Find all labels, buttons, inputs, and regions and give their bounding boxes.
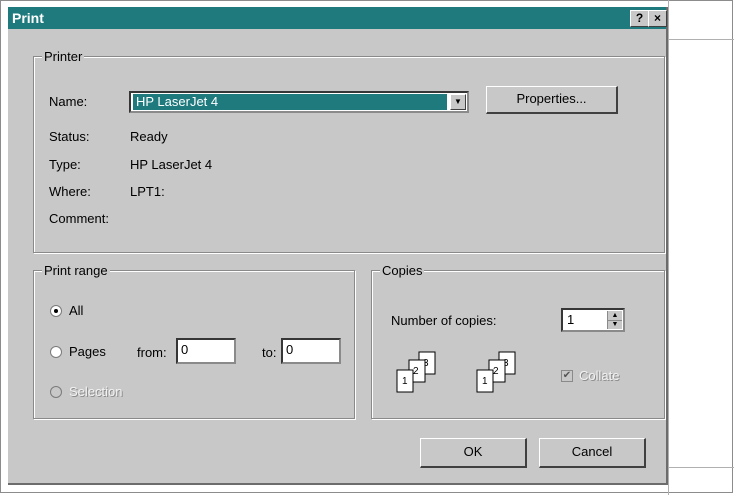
printer-group-label: Printer <box>42 49 85 64</box>
status-value: Ready <box>130 129 168 144</box>
cancel-button[interactable]: Cancel <box>539 438 646 468</box>
frame-rule <box>668 467 734 468</box>
copies-value: 1 <box>567 312 575 327</box>
collate-set-2: 3 2 1 <box>476 351 516 393</box>
type-value: HP LaserJet 4 <box>130 157 213 172</box>
from-label: from: <box>137 345 167 360</box>
type-label: Type: <box>49 157 81 172</box>
selection-radio[interactable] <box>50 386 62 398</box>
where-label: Where: <box>49 184 91 199</box>
page-digit: 1 <box>402 376 408 387</box>
where-value: LPT1: <box>130 184 165 199</box>
page-digit: 2 <box>493 366 499 377</box>
collate-checkbox[interactable]: ✔ <box>561 370 573 382</box>
all-radio[interactable] <box>50 305 62 317</box>
printer-name-select[interactable]: HP LaserJet 4 ▼ <box>129 91 469 113</box>
collate-set-1: 3 2 1 <box>396 351 436 393</box>
print-range-group-label: Print range <box>42 263 110 278</box>
print-dialog: Print ? × Printer Name: HP LaserJet 4 ▼ … <box>8 7 668 485</box>
name-label: Name: <box>49 94 88 109</box>
all-label[interactable]: All <box>69 303 83 318</box>
dialog-title: Print <box>12 10 44 26</box>
frame-divider <box>668 0 669 495</box>
pages-radio[interactable] <box>50 346 62 358</box>
number-of-copies-label: Number of copies: <box>391 313 497 328</box>
pages-label[interactable]: Pages <box>69 344 106 359</box>
frame-rule <box>668 39 734 40</box>
copies-group-label: Copies <box>380 263 425 278</box>
ok-button[interactable]: OK <box>420 438 527 468</box>
to-input[interactable]: 0 <box>281 338 341 364</box>
collate-pages-icon: 3 2 1 3 2 1 <box>396 351 516 393</box>
chevron-down-icon[interactable]: ▼ <box>450 94 466 110</box>
printer-name-value: HP LaserJet 4 <box>133 94 447 110</box>
close-button[interactable]: × <box>648 10 667 27</box>
title-bar[interactable]: Print ? × <box>8 7 667 29</box>
comment-label: Comment: <box>49 211 109 226</box>
status-label: Status: <box>49 129 90 144</box>
to-label: to: <box>262 345 277 360</box>
collate-label: Collate <box>579 368 620 383</box>
copies-spinner[interactable]: 1 ▲ ▼ <box>561 308 625 332</box>
page-digit: 2 <box>413 366 419 377</box>
help-button[interactable]: ? <box>630 10 649 27</box>
selection-label: Selection <box>69 384 123 399</box>
spinner-buttons: ▲ ▼ <box>607 311 622 329</box>
properties-button[interactable]: Properties... <box>486 86 618 114</box>
spin-down-icon[interactable]: ▼ <box>608 320 622 329</box>
from-input[interactable]: 0 <box>176 338 236 364</box>
page-digit: 1 <box>482 376 488 387</box>
